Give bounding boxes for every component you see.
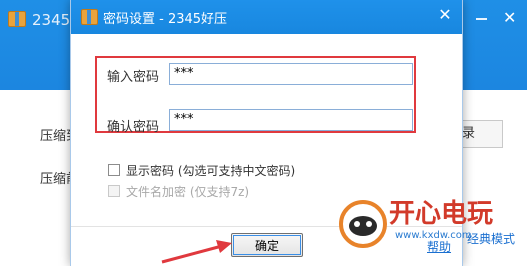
watermark-url: www.kxdw.com	[395, 230, 472, 241]
watermark-text: 开心电玩	[389, 199, 493, 229]
watermark-logo: 开心电玩 www.kxdw.com	[339, 199, 493, 248]
